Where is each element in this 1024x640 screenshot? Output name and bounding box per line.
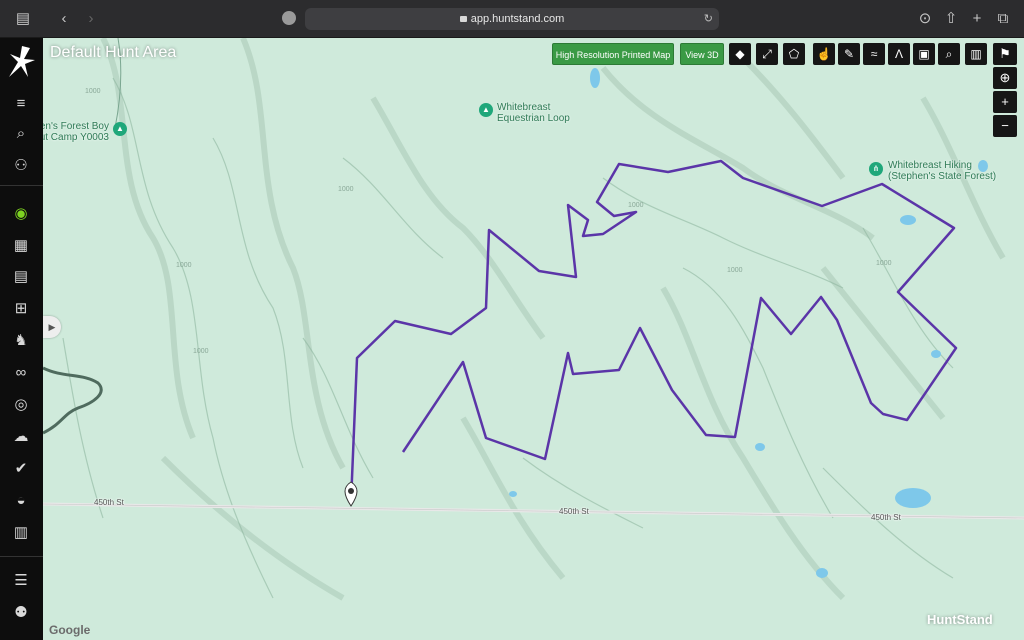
road-label: 450th St xyxy=(871,513,901,522)
freehand-tool-icon[interactable]: ≈ xyxy=(863,43,885,65)
reload-icon[interactable]: ↻ xyxy=(704,8,713,30)
pond xyxy=(590,68,600,88)
flag-icon[interactable]: ⚑ xyxy=(993,43,1017,65)
stand-icon[interactable]: ▤ xyxy=(9,264,33,288)
crop-area-tool-icon[interactable]: ▣ xyxy=(913,43,935,65)
add-user-icon[interactable]: ⚉ xyxy=(9,600,33,624)
zoom-in-button[interactable]: + xyxy=(993,91,1017,113)
marker-tool-icon[interactable]: ◆ xyxy=(729,43,751,65)
pond xyxy=(895,488,931,508)
tabs-icon[interactable]: ⧉ xyxy=(992,8,1014,30)
map-search-icon[interactable]: ⌕ xyxy=(938,43,960,65)
zoom-out-button[interactable]: − xyxy=(993,115,1017,137)
contour-label: 1000 xyxy=(876,260,892,267)
view-3d-button[interactable]: View 3D xyxy=(680,43,724,65)
contour-label: 1000 xyxy=(727,267,743,274)
contour-label: 1000 xyxy=(628,202,644,209)
compass-tool-icon[interactable]: Λ xyxy=(888,43,910,65)
tree-stand-icon[interactable]: ⊞ xyxy=(9,296,33,320)
contour-label: 1000 xyxy=(338,186,354,193)
pond xyxy=(509,491,517,497)
calendar-check-icon[interactable]: ▦ xyxy=(9,233,33,257)
lock-icon xyxy=(459,16,467,22)
sidebar-divider xyxy=(0,185,43,186)
campground-icon[interactable]: ▲ xyxy=(113,122,127,136)
huntstand-logo-icon[interactable] xyxy=(6,44,38,80)
share-icon[interactable]: ⇧ xyxy=(940,8,962,30)
huntstand-brand-text: HuntStand xyxy=(927,612,993,627)
huntstand-watermark: HuntStand xyxy=(927,612,993,627)
new-tab-icon[interactable]: + xyxy=(966,8,988,30)
weather-icon[interactable]: ☁ xyxy=(9,424,33,448)
poi-boy-scout-camp[interactable]: en's Forest Boy ut Camp Y0003 xyxy=(43,121,109,143)
hiking-icon[interactable]: ⋔ xyxy=(869,162,883,176)
measure-line-tool-icon[interactable]: ⤢ xyxy=(756,43,778,65)
browser-toolbar: ▤ ‹ › app.huntstand.com ↻ ⊙ ⇧ + ⧉ xyxy=(0,0,1024,38)
poi-whitebreast-equestrian[interactable]: Whitebreast Equestrian Loop xyxy=(497,102,570,124)
pond xyxy=(816,568,828,578)
deer-icon[interactable]: ♞ xyxy=(9,328,33,352)
pond xyxy=(900,215,916,225)
site-favicon-icon xyxy=(282,11,296,25)
road-label: 450th St xyxy=(559,507,589,516)
forward-icon[interactable]: › xyxy=(80,8,102,30)
locate-me-icon[interactable]: ⊕ xyxy=(993,67,1017,89)
check-icon[interactable]: ✔ xyxy=(9,456,33,480)
map-style-tool-icon[interactable]: ▥ xyxy=(965,43,987,65)
groups-icon[interactable]: ⚇ xyxy=(9,153,33,177)
contour-label: 1000 xyxy=(193,348,209,355)
target-icon[interactable]: ◎ xyxy=(9,392,33,416)
binoculars-icon[interactable]: ∞ xyxy=(9,360,33,384)
menu-icon[interactable]: ≡ xyxy=(9,91,33,115)
map-canvas[interactable]: Default Hunt Area High Resolution Printe… xyxy=(43,38,1024,640)
download-icon[interactable]: ⊙ xyxy=(914,8,936,30)
pond xyxy=(931,350,941,358)
high-resolution-print-button[interactable]: High Resolution Printed Map xyxy=(552,43,674,65)
draw-pen-tool-icon[interactable]: ✎ xyxy=(838,43,860,65)
contour-label: 1000 xyxy=(176,262,192,269)
polygon-tool-icon[interactable]: ⬠ xyxy=(783,43,805,65)
url-text: app.huntstand.com xyxy=(470,13,565,25)
google-attribution: Google xyxy=(49,623,90,637)
sidebar-toggle-icon[interactable]: ▤ xyxy=(12,8,34,30)
search-icon[interactable]: ⌕ xyxy=(9,121,33,145)
poi-whitebreast-hiking[interactable]: Whitebreast Hiking (Stephen's State Fore… xyxy=(888,160,996,182)
address-bar[interactable]: app.huntstand.com ↻ xyxy=(305,8,719,30)
pan-hand-tool-icon[interactable]: ☝ xyxy=(813,43,835,65)
sidebar-divider xyxy=(0,556,43,557)
planner-icon[interactable]: ▥ xyxy=(9,520,33,544)
solunar-icon[interactable]: ◒ xyxy=(9,488,33,512)
back-icon[interactable]: ‹ xyxy=(53,8,75,30)
terrain-layer xyxy=(43,38,1024,640)
contour-label: 1000 xyxy=(85,88,101,95)
settings-sliders-icon[interactable]: ☰ xyxy=(9,568,33,592)
hunt-area-title[interactable]: Default Hunt Area xyxy=(50,44,176,62)
road-label: 450th St xyxy=(94,498,124,507)
google-logo-text: Google xyxy=(49,623,91,637)
app-sidebar: ≡ ⌕ ⚇ ◉ ▦ ▤ ⊞ ♞ ∞ ◎ ☁ ✔ ◒ ▥ ☰ ⚉ xyxy=(0,38,43,640)
map-layers-icon[interactable]: ◉ xyxy=(9,201,33,225)
campground-icon[interactable]: ▲ xyxy=(479,103,493,117)
pond xyxy=(755,443,765,451)
